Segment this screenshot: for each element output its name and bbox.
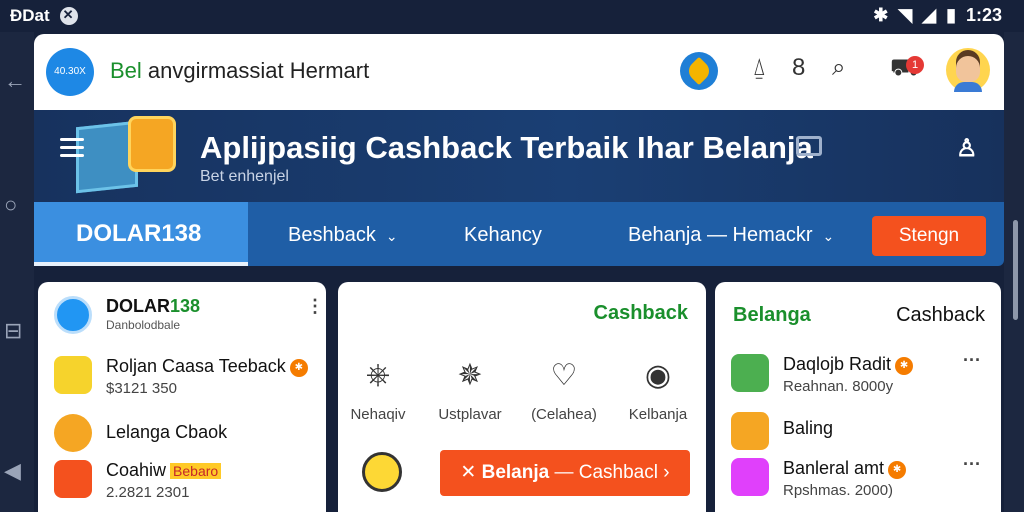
hero-banner: Aplijpasiig Cashback Terbaik Ihar Belanj… [34,110,1004,202]
panel-heading: Cashback [593,302,689,324]
category-celahea[interactable]: ♡ (Celahea) [524,358,604,423]
list-item-sub: Reahnan. 8000y [783,378,894,395]
list-item-title[interactable]: Banleral amt ✱ [783,458,907,479]
hero-title: Aplijpasiig Cashback Terbaik Ihar Belanj… [200,130,813,165]
badge-icon: ✱ [888,461,907,479]
category-nehaqiv[interactable]: ⎈ Nehaqiv [338,358,418,423]
tab-cashback[interactable]: Cashback [896,304,985,327]
system-nav-rail: ← ○ ⊟ ◀ [0,32,34,512]
category-label: (Celahea) [531,406,597,423]
tab-label: Beshback [288,224,376,246]
hero-subtitle: Bet enhenjel [200,168,289,185]
cart-count-badge: 1 [906,56,924,74]
badge-icon: ✱ [895,357,914,375]
tab-bar: DOLAR138 Beshback ⌄ Kehancy Behanja — Hem… [34,202,1004,266]
right-panel: Belanga Cashback Daqlojb Radit ✱ Reahnan.… [715,282,1001,512]
settings-notification-icon [59,7,78,25]
list-item-sub: 2.2821 2301 [106,484,190,501]
back-triangle-icon[interactable]: ◀ [4,458,21,484]
status-time: 1:23 [965,5,1002,25]
tab-active-label: DOLAR138 [76,220,202,247]
bag-icon: ⎈ [366,358,390,391]
list-item-sub: $3121 350 [106,380,177,397]
chevron-down-icon: ⌄ [822,228,835,244]
status-left-text: ÐDat [10,6,50,25]
category-ustplavar[interactable]: ✵ Ustplavar [430,358,510,423]
card-icon[interactable] [796,136,822,156]
list-item-title[interactable]: Baling [783,418,833,439]
category-label: Nehaqiv [350,406,406,423]
tag-item-icon [54,460,92,498]
coin-basket-illustration [128,116,176,172]
brand-name: Bel anvgirmassiat Hermart [110,58,369,84]
more-options-icon[interactable]: ··· [963,350,981,371]
category-label: Ustplavar [438,406,502,423]
top-app-bar: 40.30X Bel anvgirmassiat Hermart ⍙ 8 ⌕ ⛟… [34,34,1004,110]
tab-behanja[interactable]: Behanja — Hemackr ⌄ [628,224,834,247]
badge-icon: ✱ [289,359,308,377]
scrollbar-thumb[interactable] [1013,220,1018,320]
notification-bell-icon[interactable]: ⍙ [752,54,766,82]
avatar[interactable] [946,48,990,92]
more-options-icon[interactable]: ⋮ [306,296,324,317]
brand-rest: anvgirmassiat Hermart [147,58,370,83]
scroll-rail [1004,32,1024,512]
highlight-badge: Bebaro [170,463,222,479]
bluetooth-icon: ✱ [873,5,889,25]
recents-icon[interactable]: ⊟ [4,318,22,344]
app-window: 40.30X Bel anvgirmassiat Hermart ⍙ 8 ⌕ ⛟… [34,34,1004,274]
compass-icon[interactable] [680,52,718,90]
tab-label: Kehancy [464,224,542,246]
category-label: Kelbanja [628,406,688,423]
panel-subtitle: Danbolodbale [106,318,181,332]
list-item-title[interactable]: Daqlojb Radit ✱ [783,354,914,375]
location-icon: ◉ [644,359,672,392]
heart-icon: ♡ [550,359,578,392]
left-panel: DOLAR138 Danbolodbale ⋮ Roljan Caasa Tee… [38,282,326,512]
gift-item-icon [731,458,769,496]
brand-prefix: Bel [110,58,142,83]
store-logo-icon [54,296,92,334]
signal-icon: ◢ [922,5,937,25]
back-arrow-icon[interactable]: ← [4,68,26,94]
wifi-icon: ◥ [898,5,913,25]
category-kelbanja[interactable]: ◉ Kelbanja [618,358,698,423]
tab-label: Behanja — Hemackr [628,224,813,246]
star-badge-icon: ✵ [457,359,483,392]
basket-item-icon [731,354,769,392]
signin-button[interactable]: Stengn [872,216,986,256]
shop-cashback-button[interactable]: ✕ Belanja — Cashbacl › [440,450,690,496]
list-item-title[interactable]: Lelanga Cbaok [106,422,227,443]
tab-belanga[interactable]: Belanga [733,304,811,327]
list-item-sub: Rpshmas. 2000) [783,482,894,499]
chevron-down-icon: ⌄ [385,228,398,244]
list-item-title[interactable]: Coahiw Bebaro [106,460,222,481]
cart-item-icon [731,412,769,450]
app-logo[interactable]: 40.30X [46,48,94,96]
home-circle-icon[interactable]: ○ [4,192,17,218]
tab-kehancy[interactable]: Kehancy [464,224,542,247]
search-icon[interactable]: ⌕ [832,54,845,82]
wallet-item-icon [54,414,92,452]
status-bar: ÐDat ✱ ◥ ◢ ▮ 1:23 [0,0,1024,32]
bell-item-icon [54,356,92,394]
list-item-title[interactable]: Roljan Caasa Teeback ✱ [106,356,308,377]
promo-badge-icon [362,452,402,492]
tab-dolar138[interactable]: DOLAR138 [34,202,248,266]
middle-panel: Cashback ⎈ Nehaqiv ✵ Ustplavar ♡ (Celahe… [338,282,706,512]
menu-glyph[interactable]: 8 [792,54,805,82]
tab-beshback[interactable]: Beshback ⌄ [288,224,398,247]
user-icon[interactable]: ♙ [956,134,978,163]
hamburger-menu-icon[interactable] [60,138,84,162]
more-options-icon[interactable]: ··· [963,454,981,475]
panel-title: DOLAR138 [106,296,201,316]
battery-icon: ▮ [946,5,956,25]
